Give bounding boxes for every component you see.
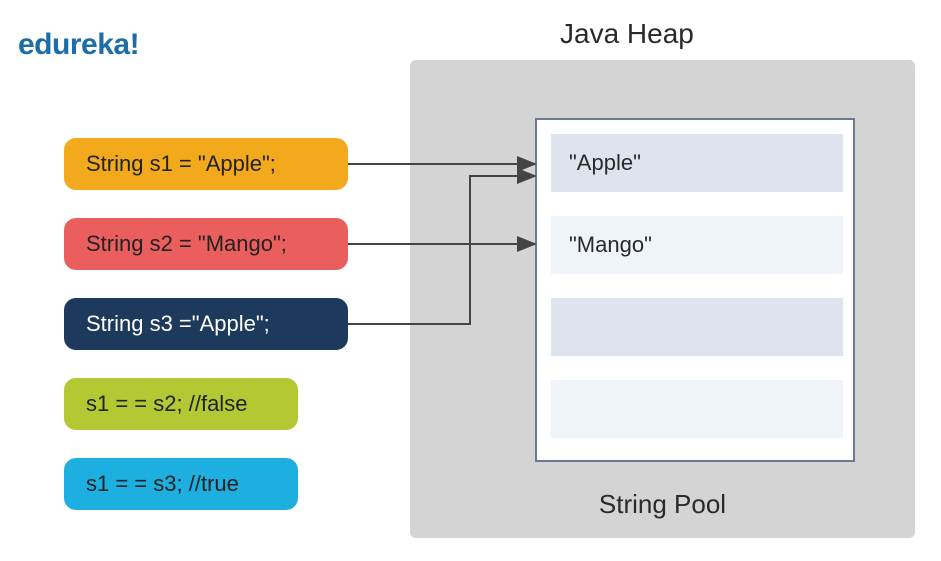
string-pool-label: String Pool bbox=[410, 489, 915, 520]
code-cmp2: s1 = = s3; //true bbox=[64, 458, 298, 510]
code-s2: String s2 = "Mango"; bbox=[64, 218, 348, 270]
code-s1: String s1 = "Apple"; bbox=[64, 138, 348, 190]
pool-slot-mango: "Mango" bbox=[551, 216, 843, 274]
heap-title: Java Heap bbox=[560, 18, 694, 50]
code-s3: String s3 ="Apple"; bbox=[64, 298, 348, 350]
pool-slot-empty-2 bbox=[551, 380, 843, 438]
heap-box: "Apple" "Mango" String Pool bbox=[410, 60, 915, 538]
string-pool-box: "Apple" "Mango" bbox=[535, 118, 855, 462]
pool-slot-empty-1 bbox=[551, 298, 843, 356]
code-cmp1: s1 = = s2; //false bbox=[64, 378, 298, 430]
pool-slot-apple: "Apple" bbox=[551, 134, 843, 192]
logo: edureka! bbox=[18, 28, 139, 62]
